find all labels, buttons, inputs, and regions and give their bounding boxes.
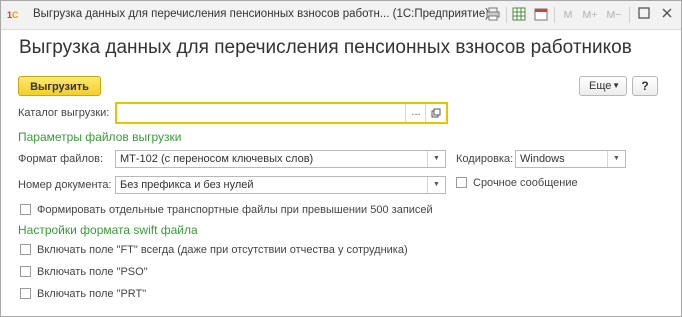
open-icon[interactable] [425, 104, 446, 122]
memory-button[interactable]: M [561, 7, 575, 23]
form-window: 1C Выгрузка данных для перечисления пенс… [0, 0, 682, 317]
urgent-checkbox[interactable] [456, 177, 467, 188]
export-button[interactable]: Выгрузить [18, 76, 101, 96]
chevron-down-icon[interactable]: ▼ [607, 151, 625, 167]
prt-label: Включать поле "PRT" [37, 288, 147, 300]
chevron-down-icon[interactable]: ▼ [427, 151, 445, 167]
encoding-value: Windows [520, 153, 565, 165]
prt-checkbox[interactable] [20, 288, 31, 299]
title-bar: 1C Выгрузка данных для перечисления пенс… [1, 1, 681, 30]
memory-plus-button[interactable]: M+ [581, 7, 599, 23]
more-button-label: Еще [589, 80, 612, 92]
print-icon[interactable] [485, 7, 501, 23]
help-button[interactable]: ? [632, 76, 658, 96]
calendar-icon[interactable] [533, 7, 549, 23]
urgent-label: Срочное сообщение [473, 177, 578, 189]
more-button[interactable]: Еще ▼ [579, 76, 627, 96]
ft-checkbox[interactable] [20, 244, 31, 255]
ft-label: Включать поле "FT" всегда (даже при отсу… [37, 244, 408, 256]
format-value: МТ-102 (с переносом ключевых слов) [120, 153, 314, 165]
toolbar-separator [554, 7, 555, 23]
format-select[interactable]: МТ-102 (с переносом ключевых слов) ▼ [115, 150, 446, 168]
format-label: Формат файлов: [18, 153, 104, 165]
catalog-label: Каталог выгрузки: [18, 107, 110, 119]
maximize-icon[interactable] [636, 7, 652, 23]
pso-label: Включать поле "PSO" [37, 266, 148, 278]
1c-logo-icon[interactable]: 1C [7, 9, 25, 21]
select-catalog-button[interactable]: ... [405, 104, 426, 122]
chevron-down-icon: ▼ [612, 81, 620, 90]
toolbar-separator [629, 7, 630, 23]
page-title: Выгрузка данных для перечисления пенсион… [19, 37, 632, 58]
catalog-input[interactable]: ... [115, 102, 448, 124]
doc-number-value: Без префикса и без нулей [120, 179, 254, 191]
file-params-header: Параметры файлов выгрузки [18, 130, 182, 144]
close-icon[interactable] [659, 7, 675, 23]
doc-number-select[interactable]: Без префикса и без нулей ▼ [115, 176, 446, 194]
separate-files-label: Формировать отдельные транспортные файлы… [37, 204, 433, 216]
separate-files-checkbox[interactable] [20, 204, 31, 215]
encoding-label: Кодировка: [456, 153, 514, 165]
window-title: Выгрузка данных для перечисления пенсион… [33, 8, 490, 20]
swift-header: Настройки формата swift файла [18, 223, 198, 237]
doc-number-label: Номер документа: [18, 179, 112, 191]
spreadsheet-icon[interactable] [511, 7, 527, 23]
memory-minus-button[interactable]: M− [605, 7, 623, 23]
encoding-select[interactable]: Windows ▼ [515, 150, 626, 168]
pso-checkbox[interactable] [20, 266, 31, 277]
chevron-down-icon[interactable]: ▼ [427, 177, 445, 193]
toolbar-separator [506, 7, 507, 23]
